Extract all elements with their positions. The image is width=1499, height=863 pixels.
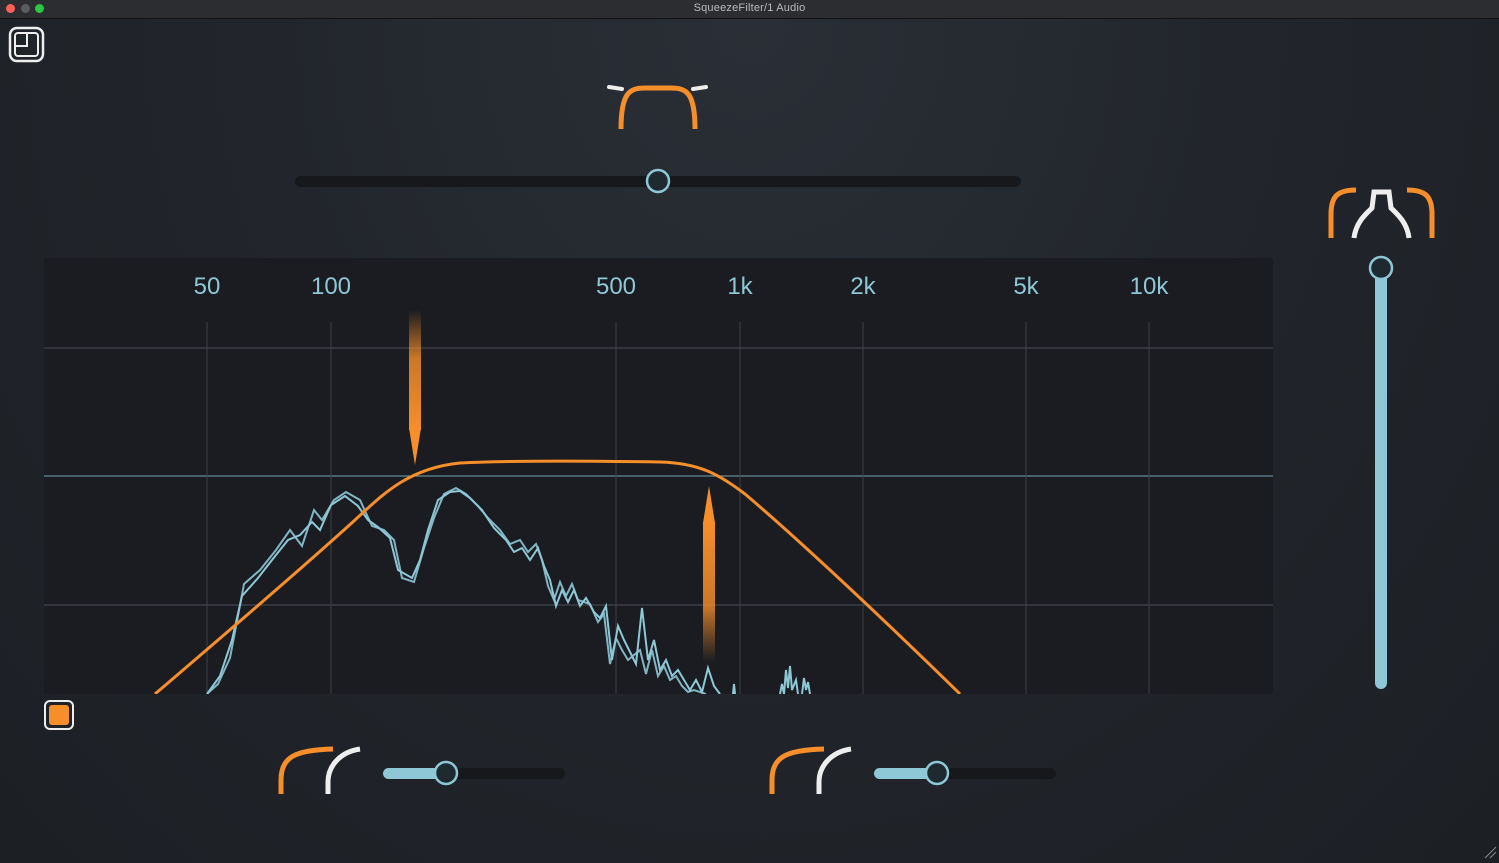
panel-layout-icon[interactable] <box>8 26 45 63</box>
low-slope-slider-handle[interactable] <box>433 760 459 786</box>
high-cut-frequency-handle[interactable] <box>703 486 715 662</box>
high-slope-slider-handle[interactable] <box>924 760 950 786</box>
band-width-slider[interactable] <box>295 168 1021 194</box>
frequency-tick-label: 2k <box>850 273 876 300</box>
frequency-tick-label: 100 <box>311 273 351 300</box>
window-title: SqueezeFilter/1 Audio <box>693 2 806 14</box>
plugin-window: SqueezeFilter/1 Audio 50 100 500 1k 2k 5… <box>0 0 1499 863</box>
frequency-tick-label: 50 <box>194 273 221 300</box>
frequency-tick-label: 1k <box>727 273 753 300</box>
high-slope-icon <box>769 746 852 794</box>
low-slope-slider[interactable] <box>383 760 565 786</box>
spectrum-display[interactable]: 50 100 500 1k 2k 5k 10k <box>44 258 1273 694</box>
low-slope-icon <box>278 746 361 794</box>
squeeze-slider[interactable] <box>1368 255 1394 689</box>
title-bar: SqueezeFilter/1 Audio <box>0 0 1499 19</box>
frequency-tick-label: 10k <box>1130 273 1170 300</box>
squeeze-icon <box>1328 187 1435 239</box>
plugin-content: 50 100 500 1k 2k 5k 10k <box>0 19 1499 863</box>
band-width-slider-handle[interactable] <box>645 168 671 194</box>
frequency-tick-label: 500 <box>596 273 636 300</box>
squeeze-slider-handle[interactable] <box>1368 255 1394 281</box>
resize-grip[interactable] <box>1484 846 1497 859</box>
active-toggle-checkbox[interactable] <box>44 700 74 730</box>
frequency-tick-label: 5k <box>1013 273 1039 300</box>
high-slope-slider[interactable] <box>874 760 1056 786</box>
plugin-canvas: 50 100 500 1k 2k 5k 10k <box>8 26 1497 859</box>
bandpass-curve-icon <box>607 85 708 130</box>
